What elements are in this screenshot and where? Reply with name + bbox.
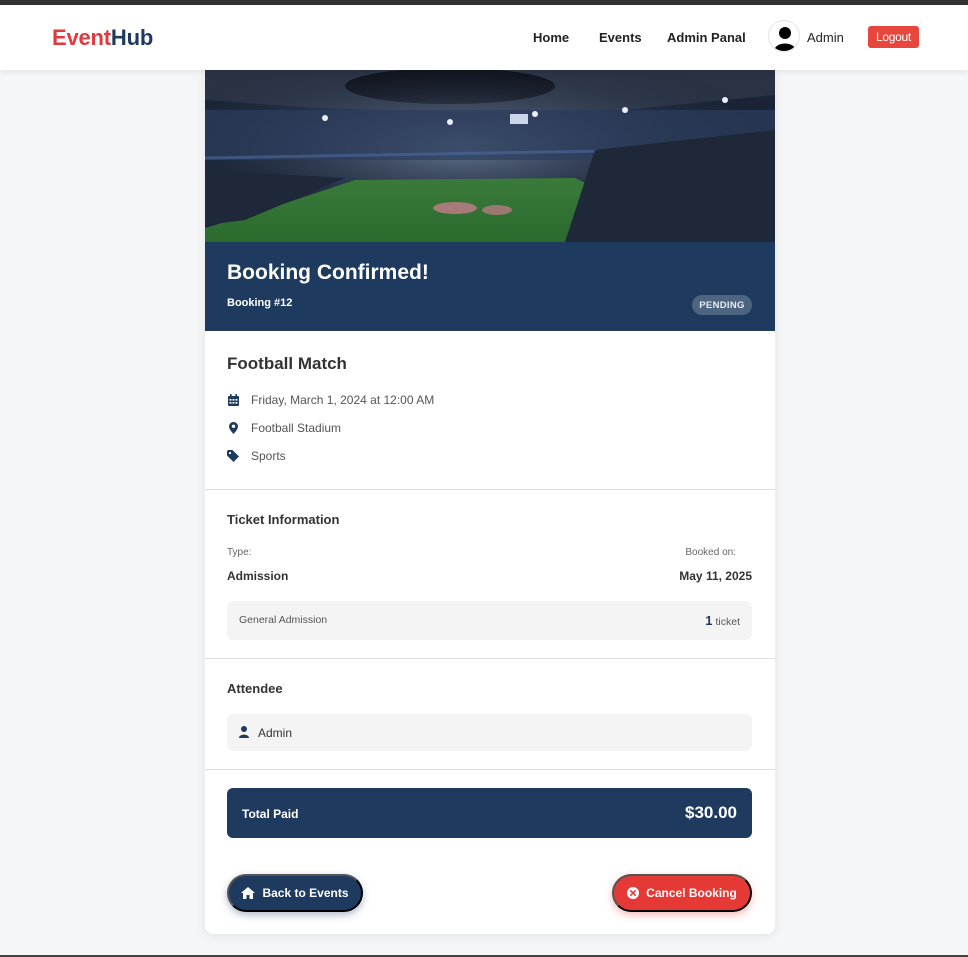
ticket-quantity-unit: ticket bbox=[715, 616, 740, 628]
booked-on-label: Booked on: bbox=[685, 547, 736, 558]
calendar-icon bbox=[227, 394, 239, 406]
user-avatar-icon bbox=[774, 27, 796, 51]
booked-on-value: May 11, 2025 bbox=[679, 569, 752, 583]
confirmation-title: Booking Confirmed! bbox=[227, 261, 429, 284]
navbar: EventHub Home Events Admin Panal Admin L… bbox=[0, 5, 968, 70]
back-to-events-button[interactable]: Back to Events bbox=[227, 874, 363, 912]
nav-events-link[interactable]: Events bbox=[599, 30, 642, 45]
brand-logo[interactable]: EventHub bbox=[52, 25, 153, 51]
booking-confirmation-header: Booking Confirmed! Booking #12 PENDING bbox=[205, 242, 775, 331]
total-paid-bar: Total Paid $30.00 bbox=[227, 788, 752, 838]
ticket-info-title: Ticket Information bbox=[227, 512, 340, 527]
status-badge: PENDING bbox=[692, 295, 752, 315]
avatar[interactable] bbox=[768, 20, 800, 52]
event-location-text: Football Stadium bbox=[251, 421, 342, 435]
nav-admin-panel-link[interactable]: Admin Panal bbox=[667, 30, 746, 45]
user-icon bbox=[239, 725, 249, 743]
event-category-text: Sports bbox=[251, 449, 286, 463]
event-location-row: Football Stadium bbox=[227, 420, 341, 436]
ticket-name: General Admission bbox=[239, 614, 328, 626]
brand-part-1: Event bbox=[52, 25, 111, 50]
booking-card: Booking Confirmed! Booking #12 PENDING F… bbox=[205, 70, 775, 934]
booking-number: Booking #12 bbox=[227, 297, 293, 309]
cancel-booking-label: Cancel Booking bbox=[646, 886, 737, 900]
event-date-text: Friday, March 1, 2024 at 12:00 AM bbox=[251, 393, 435, 407]
times-circle-icon bbox=[627, 887, 640, 899]
section-divider bbox=[205, 489, 775, 490]
event-date-row: Friday, March 1, 2024 at 12:00 AM bbox=[227, 392, 434, 408]
ticket-type-label: Type: bbox=[227, 547, 252, 558]
cancel-booking-button[interactable]: Cancel Booking bbox=[612, 874, 752, 912]
section-divider bbox=[205, 658, 775, 659]
total-paid-amount: $30.00 bbox=[685, 803, 737, 822]
total-paid-label: Total Paid bbox=[242, 807, 299, 821]
tag-icon bbox=[227, 450, 239, 462]
attendee-title: Attendee bbox=[227, 681, 283, 696]
nav-user-name[interactable]: Admin bbox=[807, 30, 844, 45]
logout-button[interactable]: Logout bbox=[868, 26, 919, 48]
ticket-type-value: Admission bbox=[227, 569, 289, 583]
ticket-line-item: General Admission 1 ticket bbox=[227, 601, 752, 640]
event-hero-image bbox=[205, 70, 775, 242]
event-title: Football Match bbox=[227, 354, 347, 373]
section-divider bbox=[205, 769, 775, 770]
event-category-row: Sports bbox=[227, 448, 286, 464]
back-to-events-label: Back to Events bbox=[262, 886, 349, 900]
home-icon bbox=[241, 887, 256, 899]
attendee-name: Admin bbox=[258, 726, 293, 740]
ticket-quantity-number: 1 bbox=[705, 613, 713, 628]
map-marker-icon bbox=[227, 422, 239, 434]
ticket-quantity: 1 ticket bbox=[705, 613, 740, 628]
nav-home-link[interactable]: Home bbox=[533, 30, 569, 45]
attendee-item: Admin bbox=[227, 714, 752, 751]
brand-part-2: Hub bbox=[110, 25, 154, 50]
